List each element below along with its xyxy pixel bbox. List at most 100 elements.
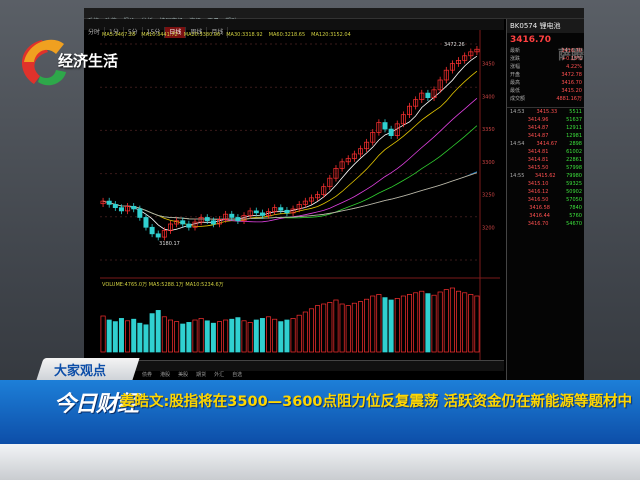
tick-volume: 51637: [566, 117, 582, 123]
candle-body: [210, 220, 216, 225]
tick-price: 3414.81: [527, 157, 549, 163]
chart-svg: 3450 3400 3350 3300 3250 3200 3472.26 3180.17 VO…: [100, 30, 500, 360]
volume-bar: [241, 320, 247, 353]
tick-volume: 61002: [566, 149, 582, 155]
tick-price: 3415.62: [534, 173, 556, 179]
tick-price: 3414.87: [527, 125, 549, 131]
candle-body: [284, 209, 290, 214]
candle-body: [131, 205, 137, 210]
volume-bar: [247, 322, 253, 353]
market-tab[interactable]: 外汇: [210, 372, 228, 378]
market-tab[interactable]: 美股: [174, 372, 192, 378]
quote-stat-value: 4881.16万: [556, 96, 582, 102]
y-tick-label: 3250: [482, 193, 495, 199]
news-lower-third: 大家观点 今日财经 姜皓文:股指将在3500—3600点阻力位反复震荡 活跃资金…: [0, 358, 640, 480]
candle-body: [155, 233, 161, 238]
quote-stat-value: 3415.20: [561, 88, 582, 94]
candle-body: [180, 220, 186, 225]
market-tab[interactable]: 自选: [228, 372, 246, 378]
quote-stat-value: 3472.78: [561, 72, 582, 78]
ma-line: [102, 97, 478, 223]
tick-volume: 7840: [569, 205, 582, 211]
volume-bar: [210, 322, 216, 353]
tick-row: 14:54 3414.67 2898: [507, 140, 584, 148]
quote-stat-label: 开盘: [510, 72, 521, 78]
market-tab[interactable]: 债券: [138, 372, 156, 378]
channel-name: 经济生活: [58, 52, 119, 70]
volume-bar: [456, 290, 462, 353]
tick-volume: 54670: [566, 221, 582, 227]
y-tick-label: 3400: [482, 94, 495, 100]
volume-bar: [370, 295, 376, 353]
candle-body: [118, 207, 124, 212]
market-tab[interactable]: 港股: [156, 372, 174, 378]
quote-stat-value: 3416.70: [561, 80, 582, 86]
volume-bar: [382, 297, 388, 353]
candle-body: [235, 217, 241, 222]
tick-row: 14:53 3415.33 5511: [507, 108, 584, 116]
candle-body: [388, 128, 394, 136]
quote-stat-label: 最新: [510, 48, 521, 54]
high-annotation: 3472.26: [444, 42, 465, 48]
tick-price: 3414.81: [527, 149, 549, 155]
ma-line: [102, 171, 478, 220]
market-tab[interactable]: 期货: [192, 372, 210, 378]
volume-bar: [229, 318, 235, 353]
volume-bar: [235, 317, 241, 353]
volume-bar: [339, 303, 345, 353]
volume-bar: [315, 305, 321, 353]
volume-bar: [431, 294, 437, 353]
tick-price: 3415.10: [527, 181, 549, 187]
tick-volume: 22861: [566, 157, 582, 163]
volume-bar: [204, 320, 210, 353]
volume-bar: [290, 318, 296, 353]
lower-third-strip: [0, 444, 640, 480]
volume-bar: [259, 318, 265, 353]
tick-volume: 79980: [566, 173, 582, 179]
volume-bar: [143, 324, 149, 353]
candlestick-chart[interactable]: 3450 3400 3350 3300 3250 3200 3472.26 3180.17 VO…: [100, 30, 506, 360]
quote-stat-label: 涨幅: [510, 64, 521, 70]
volume-bar: [161, 316, 167, 353]
candle-body: [253, 210, 259, 214]
volume-bar: [321, 303, 327, 353]
volume-bar: [419, 290, 425, 353]
tick-price: 3416.12: [527, 189, 549, 195]
tick-volume: 59325: [566, 181, 582, 187]
tick-row: 3416.44 5760: [507, 212, 584, 220]
tick-volume: 57998: [566, 165, 582, 171]
tick-row: 3416.58 7840: [507, 204, 584, 212]
tick-row: 3414.81 61002: [507, 148, 584, 156]
volume-bar: [217, 321, 223, 353]
quote-panel: BK0574 锂电池 3416.70 最新 3416.70 涨跌 +0.15% 涨幅 4.…: [506, 19, 584, 380]
tick-price: 3415.33: [536, 109, 558, 115]
volume-bar: [118, 318, 124, 353]
tick-row: 3414.87 12981: [507, 132, 584, 140]
volume-bar: [253, 319, 259, 353]
volume-bar: [284, 319, 290, 353]
candle-body: [259, 212, 265, 216]
quote-stat-value: 4.22%: [566, 64, 582, 70]
volume-bar: [186, 322, 192, 353]
volume-bar: [437, 291, 443, 353]
y-tick-label: 3450: [482, 62, 495, 68]
volume-bar: [364, 298, 370, 353]
tick-price: 3416.44: [529, 213, 550, 219]
tick-volume: 5760: [569, 213, 582, 219]
volume-bar: [112, 321, 118, 353]
tick-volume: 5511: [569, 109, 582, 115]
volume-bar: [376, 294, 382, 353]
quote-stat-row: 成交额 4881.16万: [507, 95, 584, 103]
tick-row: 3416.12 50902: [507, 188, 584, 196]
tick-row: 3414.87 12911: [507, 124, 584, 132]
tick-time: 14:55: [510, 173, 525, 179]
tick-price: 3414.67: [536, 141, 558, 147]
volume-bar: [272, 318, 278, 353]
candle-body: [106, 200, 112, 205]
tick-volume: 12981: [566, 133, 582, 139]
volume-bar: [192, 319, 198, 353]
volume-bar: [131, 318, 137, 353]
ma-line: [102, 125, 478, 220]
candle-body: [204, 217, 210, 222]
volume-bar: [468, 294, 474, 353]
